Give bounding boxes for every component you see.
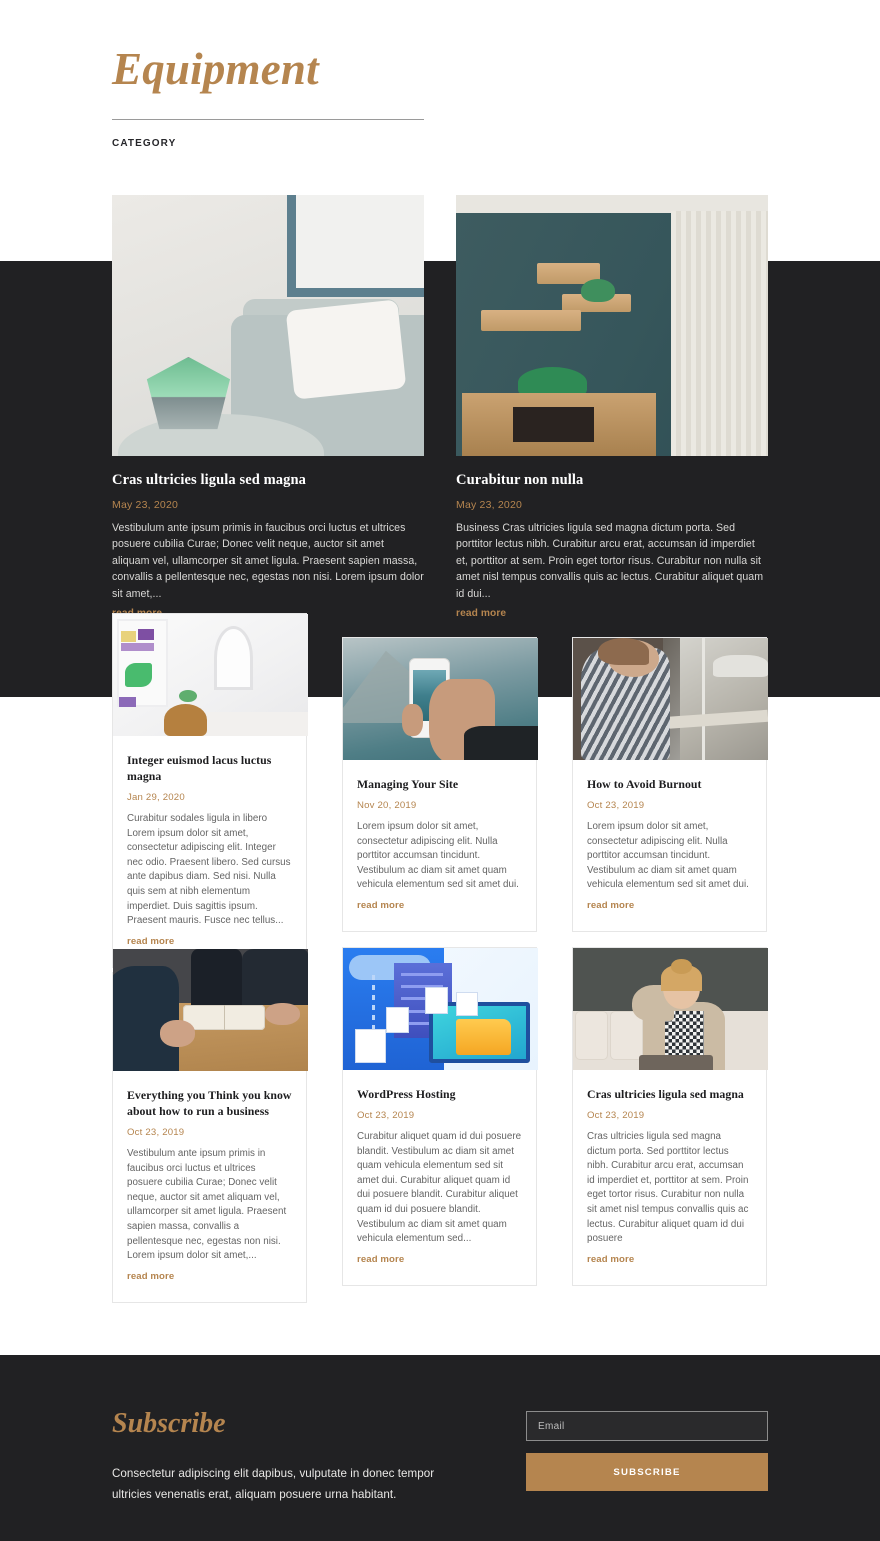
post-thumbnail[interactable] <box>573 638 768 760</box>
post-card[interactable]: Cras ultricies ligula sed magna Oct 23, … <box>572 947 768 1286</box>
post-grid-row: Integer euismod lacus luctus magna Jan 2… <box>112 613 768 968</box>
subscribe-description: Consectetur adipiscing elit dapibus, vul… <box>112 1467 435 1501</box>
featured-post-excerpt: Business Cras ultricies ligula sed magna… <box>456 522 764 600</box>
featured-post-excerpt: Vestibulum ante ipsum primis in faucibus… <box>112 522 424 600</box>
post-card-body: Cras ultricies ligula sed magna Oct 23, … <box>573 1070 766 1285</box>
post-date: Oct 23, 2019 <box>587 1110 645 1121</box>
post-card[interactable]: How to Avoid Burnout Oct 23, 2019 Lorem … <box>572 637 768 932</box>
featured-post-body: Curabitur non nulla May 23, 2020 Busines… <box>456 456 768 621</box>
featured-post-body: Cras ultricies ligula sed magna May 23, … <box>112 456 424 621</box>
page-title: Equipment <box>112 44 319 94</box>
post-grid-row: Everything you Think you know about how … <box>112 947 768 1303</box>
featured-post-card[interactable]: Cras ultricies ligula sed magna May 23, … <box>112 195 424 621</box>
post-card-body: WordPress Hosting Oct 23, 2019 Curabitur… <box>343 1070 536 1285</box>
post-date: Oct 23, 2019 <box>357 1110 415 1121</box>
featured-post-thumbnail[interactable] <box>456 195 768 456</box>
teal-wall-shelves-photo <box>456 195 768 456</box>
post-excerpt: Curabitur aliquet quam id dui posuere bl… <box>357 1131 522 1245</box>
bright-room-photo <box>113 614 308 736</box>
subscribe-title: Subscribe <box>112 1408 226 1439</box>
email-input[interactable] <box>526 1411 768 1441</box>
post-card[interactable]: Everything you Think you know about how … <box>112 949 308 1303</box>
post-date: Oct 23, 2019 <box>127 1127 185 1138</box>
post-title[interactable]: WordPress Hosting <box>357 1086 522 1102</box>
post-thumbnail[interactable] <box>573 948 768 1070</box>
read-more-link[interactable]: read more <box>587 900 634 911</box>
page-header: Equipment CATEGORY <box>112 40 424 149</box>
post-excerpt: Lorem ipsum dolor sit amet, consectetur … <box>357 821 519 891</box>
featured-post-date: May 23, 2020 <box>456 499 523 511</box>
read-more-link[interactable]: read more <box>587 1254 634 1265</box>
post-thumbnail[interactable] <box>343 948 538 1070</box>
post-card-body: Integer euismod lacus luctus magna Jan 2… <box>113 736 306 967</box>
post-title[interactable]: Everything you Think you know about how … <box>127 1087 292 1119</box>
business-meeting-photo <box>113 949 308 1071</box>
post-card[interactable]: Managing Your Site Nov 20, 2019 Lorem ip… <box>342 637 538 932</box>
hand-holding-phone-photo <box>343 638 538 760</box>
post-excerpt: Lorem ipsum dolor sit amet, consectetur … <box>587 821 749 891</box>
post-card-body: How to Avoid Burnout Oct 23, 2019 Lorem … <box>573 760 766 931</box>
read-more-link[interactable]: read more <box>456 608 506 619</box>
post-card[interactable]: WordPress Hosting Oct 23, 2019 Curabitur… <box>342 947 538 1286</box>
post-card-body: Managing Your Site Nov 20, 2019 Lorem ip… <box>343 760 536 931</box>
post-thumbnail[interactable] <box>113 949 308 1071</box>
post-excerpt: Cras ultricies ligula sed magna dictum p… <box>587 1131 749 1245</box>
woman-at-window-photo <box>573 638 768 760</box>
post-excerpt: Vestibulum ante ipsum primis in faucibus… <box>127 1148 287 1262</box>
read-more-link[interactable]: read more <box>357 1254 404 1265</box>
armchair-photo <box>112 195 424 456</box>
read-more-link[interactable]: read more <box>357 900 404 911</box>
subscribe-form: SUBSCRIBE <box>526 1407 768 1491</box>
post-card-body: Everything you Think you know about how … <box>113 1071 306 1302</box>
post-date: Jan 29, 2020 <box>127 792 185 803</box>
post-title[interactable]: Integer euismod lacus luctus magna <box>127 752 292 784</box>
read-more-link[interactable]: read more <box>127 1271 174 1282</box>
post-card[interactable]: Integer euismod lacus luctus magna Jan 2… <box>112 613 308 968</box>
subscribe-text-block: Subscribe Consectetur adipiscing elit da… <box>112 1407 464 1505</box>
post-title[interactable]: Managing Your Site <box>357 776 522 792</box>
post-title[interactable]: How to Avoid Burnout <box>587 776 752 792</box>
featured-post-thumbnail[interactable] <box>112 195 424 456</box>
featured-post-date: May 23, 2020 <box>112 499 179 511</box>
featured-posts-row: Cras ultricies ligula sed magna May 23, … <box>112 195 768 621</box>
post-title[interactable]: Cras ultricies ligula sed magna <box>587 1086 752 1102</box>
cloud-hosting-illustration <box>343 948 538 1070</box>
post-thumbnail[interactable] <box>343 638 538 760</box>
post-date: Nov 20, 2019 <box>357 800 417 811</box>
smiling-woman-laptop-photo <box>573 948 768 1070</box>
post-thumbnail[interactable] <box>113 614 308 736</box>
read-more-link[interactable]: read more <box>127 936 174 947</box>
subscribe-button[interactable]: SUBSCRIBE <box>526 1453 768 1491</box>
featured-post-title[interactable]: Cras ultricies ligula sed magna <box>112 470 424 490</box>
subscribe-footer: Subscribe Consectetur adipiscing elit da… <box>0 1355 880 1541</box>
title-divider <box>112 119 424 120</box>
featured-post-card[interactable]: Curabitur non nulla May 23, 2020 Busines… <box>456 195 768 621</box>
post-date: Oct 23, 2019 <box>587 800 645 811</box>
featured-post-title[interactable]: Curabitur non nulla <box>456 470 768 490</box>
page-root: Equipment CATEGORY Cras ultricies ligula… <box>0 0 880 1541</box>
post-excerpt: Curabitur sodales ligula in libero Lorem… <box>127 813 291 927</box>
category-label: CATEGORY <box>112 138 177 149</box>
